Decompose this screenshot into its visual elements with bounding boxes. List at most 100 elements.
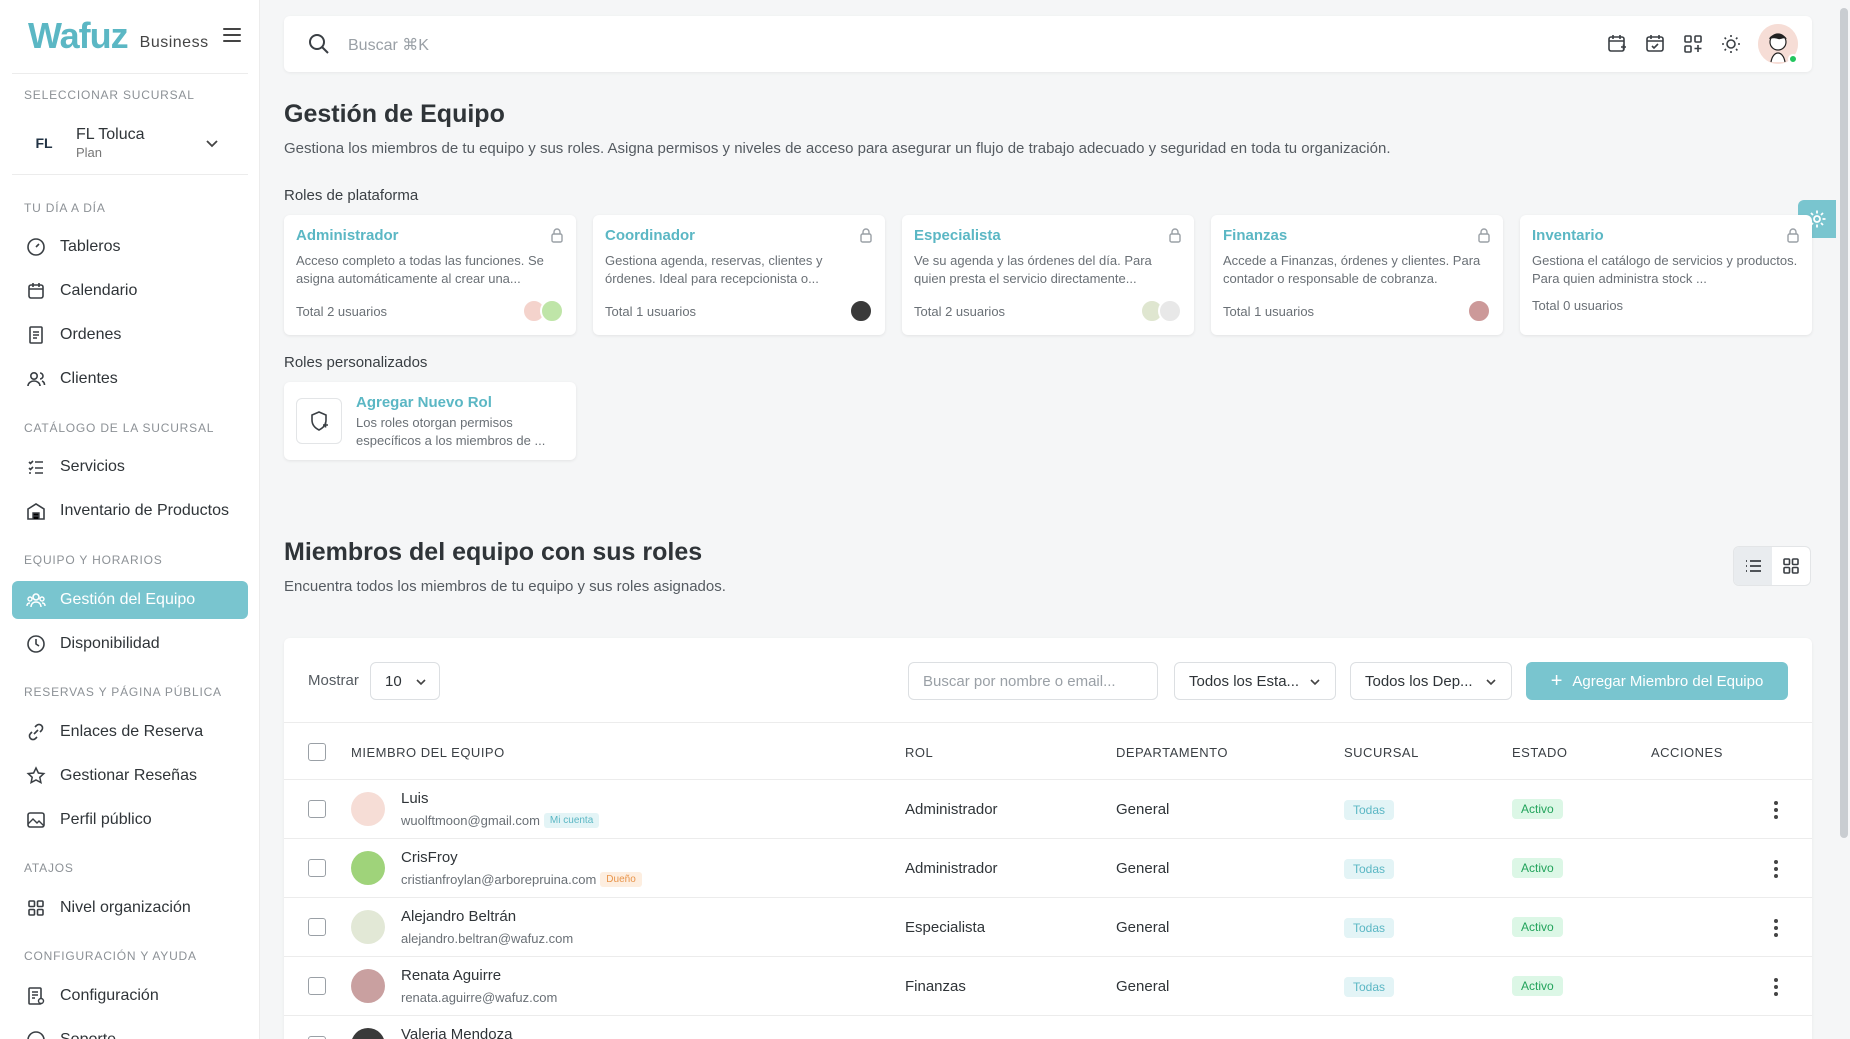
status-filter-dropdown[interactable]: Todos los Esta...	[1174, 662, 1336, 700]
section-label: CONFIGURACIÓN Y AYUDA	[24, 949, 197, 963]
calendar-check-icon[interactable]	[1636, 25, 1674, 63]
role-total: Total 2 usuarios	[296, 304, 388, 319]
sidebar-item-servicios[interactable]: Servicios	[12, 448, 248, 486]
calendar-icon	[28, 283, 44, 299]
calendar-add-icon[interactable]	[1598, 25, 1636, 63]
role-name: Inventario	[1532, 227, 1604, 244]
member-email-text: renata.aguirre@wafuz.com	[401, 990, 558, 1005]
brand-logo[interactable]: Wafuz Business	[28, 16, 209, 56]
role-card-inventario[interactable]: Inventario Gestiona el catálogo de servi…	[1520, 215, 1812, 335]
role-card-administrador[interactable]: Administrador Acceso completo a todas la…	[284, 215, 576, 335]
row-checkbox[interactable]	[308, 977, 326, 995]
star-icon	[26, 766, 46, 785]
sidebar-item-nivel-organizacion[interactable]: Nivel organización	[12, 889, 248, 927]
row-actions-kebab-icon[interactable]	[1764, 798, 1788, 822]
row-checkbox[interactable]	[308, 859, 326, 877]
branch-name: FL Toluca	[76, 126, 145, 143]
sidebar-item-disponibilidad[interactable]: Disponibilidad	[12, 625, 248, 663]
role-total: Total 2 usuarios	[914, 304, 1006, 319]
link-icon	[28, 723, 44, 741]
search-icon[interactable]	[308, 33, 330, 55]
members-table-card: Mostrar 10 Todos los Esta... Todos los D…	[284, 638, 1812, 1039]
member-name: Valeria Mendoza	[401, 1026, 513, 1039]
branch-plan: Plan	[76, 145, 103, 160]
my-account-badge: Mi cuenta	[543, 813, 600, 828]
table-row: Alejandro Beltrán alejandro.beltran@wafu…	[284, 898, 1812, 957]
status-filter-value: Todos los Esta...	[1189, 672, 1300, 690]
row-checkbox[interactable]	[308, 918, 326, 936]
role-card-especialista[interactable]: Especialista Ve su agenda y las órdenes …	[902, 215, 1194, 335]
search-input[interactable]: Buscar ⌘K	[348, 35, 429, 55]
sidebar-item-clientes[interactable]: Clientes	[12, 360, 248, 398]
branch-badge: Todas	[1344, 977, 1395, 997]
branch-section-label: SELECCIONAR SUCURSAL	[24, 88, 195, 102]
sidebar-item-label: Inventario de Productos	[60, 502, 229, 519]
list-view-icon[interactable]	[1734, 547, 1772, 585]
role-total: Total 1 usuarios	[605, 304, 697, 319]
sidebar-item-label: Nivel organización	[60, 899, 191, 916]
avatar	[849, 299, 873, 323]
sidebar-item-gestion-equipo[interactable]: Gestión del Equipo	[12, 581, 248, 619]
sun-icon[interactable]	[1712, 25, 1750, 63]
section-label: TU DÍA A DÍA	[24, 201, 106, 215]
add-new-role-card[interactable]: Agregar Nuevo Rol Los roles otorgan perm…	[284, 382, 576, 460]
branch-badge: Todas	[1344, 918, 1395, 938]
divider	[12, 73, 248, 74]
sidebar-item-perfil-publico[interactable]: Perfil público	[12, 801, 248, 839]
sidebar-item-tableros[interactable]: Tableros	[12, 228, 248, 266]
avatar	[1467, 299, 1491, 323]
dept-filter-value: Todos los Dep...	[1365, 672, 1473, 690]
row-actions-kebab-icon[interactable]	[1764, 975, 1788, 999]
table-row: Renata Aguirre renata.aguirre@wafuz.com …	[284, 957, 1812, 1016]
add-member-button[interactable]: + Agregar Miembro del Equipo	[1526, 662, 1788, 700]
brand-name: Wafuz	[28, 15, 129, 56]
role-card-finanzas[interactable]: Finanzas Accede a Finanzas, órdenes y cl…	[1211, 215, 1503, 335]
role-card-coordinador[interactable]: Coordinador Gestiona agenda, reservas, c…	[593, 215, 885, 335]
sidebar-item-label: Clientes	[60, 370, 118, 387]
select-all-checkbox[interactable]	[308, 743, 326, 761]
receipt-icon	[29, 326, 43, 344]
sidebar-item-resenas[interactable]: Gestionar Reseñas	[12, 757, 248, 795]
role-name: Coordinador	[605, 227, 695, 244]
status-badge: Activo	[1512, 976, 1563, 996]
member-search-input[interactable]	[908, 662, 1158, 700]
page-size-select[interactable]: 10	[370, 662, 440, 700]
plus-icon: +	[1550, 670, 1563, 692]
brand-sub: Business	[139, 34, 209, 51]
online-status-dot	[1788, 54, 1798, 64]
member-department: General	[1116, 801, 1170, 818]
sidebar-item-label: Soporte	[60, 1031, 116, 1039]
row-actions-kebab-icon[interactable]	[1764, 857, 1788, 881]
role-description: Gestiona agenda, reservas, clientes y ór…	[605, 253, 823, 286]
member-email: renata.aguirre@wafuz.com	[401, 990, 557, 1005]
sidebar-item-enlaces[interactable]: Enlaces de Reserva	[12, 713, 248, 751]
shield-add-icon	[296, 398, 342, 444]
status-badge: Activo	[1512, 858, 1563, 878]
scrollbar[interactable]	[1840, 8, 1848, 838]
member-email-text: wuolftmoon@gmail.com	[401, 813, 540, 828]
sidebar-item-configuracion[interactable]: Configuración	[12, 977, 248, 1015]
page-description: Gestiona los miembros de tu equipo y sus…	[284, 140, 1391, 157]
department-filter-dropdown[interactable]: Todos los Dep...	[1350, 662, 1512, 700]
table-row: Luis wuolftmoon@gmail.com Mi cuenta Admin…	[284, 780, 1812, 839]
apps-icon[interactable]	[1674, 25, 1712, 63]
row-actions-kebab-icon[interactable]	[1764, 916, 1788, 940]
member-role: Administrador	[905, 860, 998, 877]
grid-view-icon[interactable]	[1772, 547, 1810, 585]
sidebar-item-soporte[interactable]: Soporte	[12, 1021, 248, 1039]
sidebar-item-ordenes[interactable]: Ordenes	[12, 316, 248, 354]
role-total: Total 1 usuarios	[1223, 304, 1315, 319]
help-icon	[27, 1031, 45, 1039]
member-email-text: cristianfroylan@arborepruina.com	[401, 872, 597, 887]
branch-selector[interactable]: FL FL Toluca Plan	[24, 122, 224, 164]
row-checkbox[interactable]	[308, 800, 326, 818]
member-email: alejandro.beltran@wafuz.com	[401, 931, 573, 946]
menu-toggle-icon[interactable]	[223, 28, 241, 46]
member-role: Finanzas	[905, 978, 966, 995]
user-avatar[interactable]	[1758, 24, 1798, 64]
sidebar-item-inventario[interactable]: Inventario de Productos	[12, 492, 248, 530]
sidebar-item-calendario[interactable]: Calendario	[12, 272, 248, 310]
member-name: Alejandro Beltrán	[401, 908, 517, 925]
role-name: Administrador	[296, 227, 399, 244]
role-name: Especialista	[914, 227, 1001, 244]
